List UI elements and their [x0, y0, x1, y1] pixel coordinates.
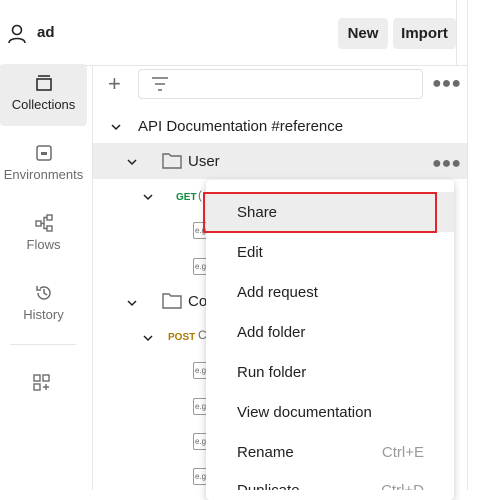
folder-name[interactable]: User — [188, 153, 220, 170]
chevron-down-icon[interactable] — [142, 331, 154, 349]
sidebar-item-environments[interactable]: Environments — [0, 134, 87, 196]
sidebar-item-label: History — [23, 307, 64, 322]
sidebar-item-label: Flows — [26, 237, 61, 252]
chevron-down-icon[interactable] — [126, 296, 138, 314]
menu-item-label: Rename — [237, 443, 294, 461]
menu-item-rename[interactable]: Rename Ctrl+E — [206, 432, 454, 472]
sidebar-divider — [10, 344, 76, 345]
folder-icon — [162, 292, 182, 314]
workspace-name[interactable]: ad — [37, 24, 55, 41]
shortcut-label: Ctrl+D — [381, 482, 424, 490]
more-options-icon[interactable]: ●●● — [432, 75, 461, 93]
folder-name[interactable]: Co — [188, 293, 207, 310]
menu-item-add-folder[interactable]: Add folder — [206, 312, 454, 352]
chevron-down-icon[interactable] — [142, 190, 154, 208]
filter-input[interactable] — [138, 69, 423, 99]
menu-item-label: Duplicate — [237, 482, 300, 490]
get-method-label: GET — [176, 192, 197, 203]
more-options-icon[interactable]: ●●● — [432, 155, 461, 173]
menu-item-label: Add request — [237, 283, 318, 301]
menu-item-add-request[interactable]: Add request — [206, 272, 454, 312]
chevron-down-icon[interactable] — [126, 155, 138, 173]
menu-item-run-folder[interactable]: Run folder — [206, 352, 454, 392]
share-highlight-box — [203, 192, 437, 233]
chevron-down-icon[interactable] — [110, 120, 122, 138]
filter-icon — [152, 77, 168, 91]
sidebar-item-label: Collections — [11, 97, 76, 112]
post-method-label: POST — [168, 332, 196, 343]
sidebar-separator — [92, 66, 93, 490]
menu-item-edit[interactable]: Edit — [206, 232, 454, 272]
folder-row-highlight[interactable] — [93, 143, 467, 179]
collections-icon — [35, 75, 52, 91]
add-widget-icon[interactable] — [32, 373, 52, 398]
add-collection-icon[interactable]: + — [108, 73, 121, 95]
panel-divider — [467, 0, 468, 490]
menu-item-label: Run folder — [237, 363, 307, 381]
menu-item-label: Add folder — [237, 323, 306, 341]
header-divider — [456, 0, 457, 65]
environments-icon — [35, 145, 52, 161]
flows-icon — [34, 214, 53, 232]
new-button[interactable]: New — [338, 18, 388, 49]
folder-icon — [162, 152, 182, 174]
sidebar-item-flows[interactable]: Flows — [0, 204, 87, 266]
menu-item-view-documentation[interactable]: View documentation — [206, 392, 454, 432]
request-name[interactable]: ( — [198, 188, 202, 202]
sidebar-item-label: Environments — [3, 167, 84, 182]
sidebar-item-history[interactable]: History — [0, 274, 87, 336]
import-button[interactable]: Import — [393, 18, 456, 49]
history-icon — [35, 286, 51, 300]
menu-item-label: View documentation — [237, 403, 372, 421]
collection-name[interactable]: API Documentation #reference — [138, 118, 343, 135]
menu-item-duplicate[interactable]: Duplicate Ctrl+D — [206, 472, 454, 490]
sidebar-item-collections[interactable]: Collections — [0, 64, 87, 126]
user-icon[interactable] — [6, 23, 28, 45]
shortcut-label: Ctrl+E — [381, 443, 424, 461]
menu-item-label: Edit — [237, 243, 263, 261]
